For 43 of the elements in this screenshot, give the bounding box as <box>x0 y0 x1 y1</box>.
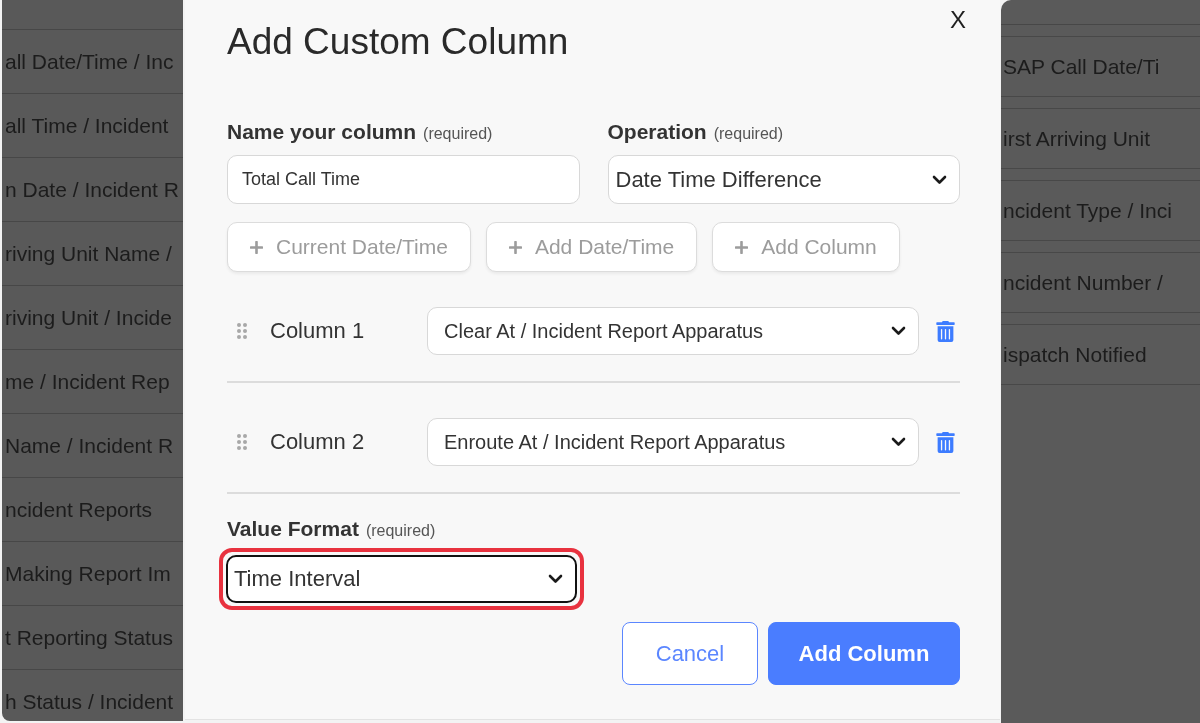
add-column-button[interactable]: Add Column <box>768 622 960 685</box>
plus-icon <box>735 240 749 254</box>
value-format-select[interactable]: Time Interval <box>226 555 577 603</box>
list-item: all Date/Time / Inc <box>2 30 183 94</box>
chevron-down-icon <box>932 174 947 185</box>
list-item: h Status / Incident <box>2 670 183 721</box>
required-hint: (required) <box>423 125 493 143</box>
required-hint: (required) <box>713 125 784 143</box>
plus-icon <box>508 240 522 254</box>
trash-icon[interactable] <box>935 320 956 342</box>
field-label: Operation <box>607 119 707 145</box>
list-item: Making Report Im <box>2 542 183 606</box>
dialog-title: Add Custom Column <box>227 20 569 64</box>
chevron-down-icon <box>891 326 906 336</box>
list-item: all Time / Incident <box>2 94 183 158</box>
field-label: Value Format <box>227 516 359 542</box>
drag-handle-icon[interactable] <box>237 323 247 339</box>
list-item: t Reporting Status <box>2 606 183 670</box>
column-select[interactable]: Enroute At / Incident Report Apparatus <box>427 418 919 466</box>
list-item: SAP Call Date/Ti <box>1001 36 1200 97</box>
plus-icon <box>250 240 263 254</box>
column-label: Column 1 <box>270 318 366 344</box>
list-item: ispatch Notified <box>1001 324 1200 385</box>
list-item: riving Unit Name / <box>2 222 183 286</box>
column-name-input[interactable]: Total Call Time <box>227 155 580 204</box>
list-item: irst Arriving Unit <box>1001 108 1200 169</box>
list-item: ncident Type / Inci <box>1001 180 1200 241</box>
column-label: Column 2 <box>270 429 366 455</box>
operation-select[interactable]: Date Time Difference <box>607 155 960 204</box>
chevron-down-icon <box>548 574 563 584</box>
close-button[interactable]: X <box>946 6 970 34</box>
list-item: me / Incident Rep <box>2 350 183 414</box>
drag-handle-icon[interactable] <box>237 434 247 450</box>
list-item: Name / Incident R <box>2 414 183 478</box>
required-hint: (required) <box>365 522 436 540</box>
trash-icon[interactable] <box>935 431 956 453</box>
list-item: riving Unit / Incide <box>2 286 183 350</box>
list-item: ncident Number / <box>1001 252 1200 313</box>
chevron-down-icon <box>891 437 906 447</box>
field-label: Name your column <box>227 119 417 145</box>
column-select[interactable]: Clear At / Incident Report Apparatus <box>427 307 919 355</box>
list-item: ncident Reports <box>2 478 183 542</box>
list-item: n Date / Incident R <box>2 158 183 222</box>
